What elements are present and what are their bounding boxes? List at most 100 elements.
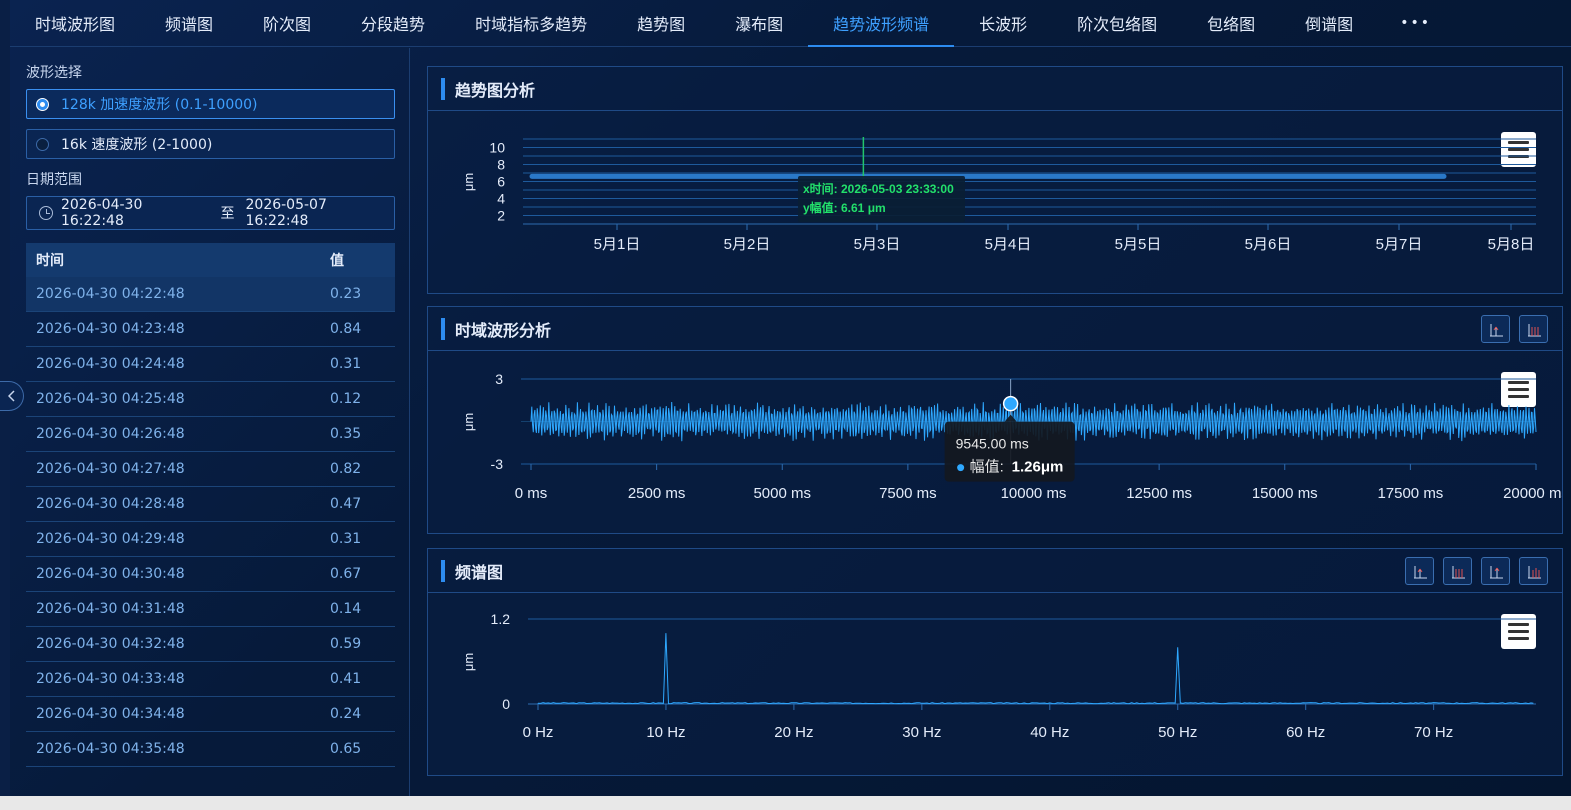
tab-bar: 时域波形图 频谱图 阶次图 分段趋势 时域指标多趋势 趋势图 瀑布图 趋势波形频谱 长波形 阶次包…	[10, 0, 1571, 47]
x-tick-label: 5月6日	[1245, 236, 1292, 253]
date-range-label: 日期范围	[26, 172, 82, 188]
y-tick-label: 8	[497, 157, 505, 173]
table-row[interactable]: 2026-04-30 04:22:48 0.23	[26, 277, 395, 312]
table-row[interactable]: 2026-04-30 04:32:48 0.59	[26, 627, 395, 662]
y-axis-label: μm	[461, 653, 476, 671]
tab-4[interactable]: 时域指标多趋势	[450, 0, 612, 46]
y-axis-label: μm	[461, 173, 476, 191]
x-tick-label: 7500 ms	[879, 485, 937, 502]
tab-11[interactable]: 倒谱图	[1280, 0, 1378, 46]
x-tick-label: 0 ms	[515, 485, 548, 502]
wave-option-16k[interactable]: 16k 速度波形 (2-1000)	[26, 129, 395, 159]
cell-time: 2026-04-30 04:22:48	[36, 286, 185, 302]
tab-7[interactable]: 趋势波形频谱	[808, 0, 955, 47]
tab-6[interactable]: 瀑布图	[710, 0, 808, 46]
cell-time: 2026-04-30 04:24:48	[36, 356, 185, 372]
trend-panel-title: 趋势图分析	[455, 80, 536, 100]
x-tick-label: 20000 ms	[1503, 485, 1562, 502]
spectrum-series-line	[537, 633, 1534, 705]
table-row[interactable]: 2026-04-30 04:23:48 0.84	[26, 312, 395, 347]
y-tick-label: 2	[497, 208, 505, 224]
cursor-harmonic-button[interactable]	[1519, 315, 1548, 343]
tooltip-x-text: 9545.00 ms	[956, 436, 1029, 452]
cell-time: 2026-04-30 04:25:48	[36, 391, 185, 407]
table-row[interactable]: 2026-04-30 04:26:48 0.35	[26, 417, 395, 452]
wave-select-label: 波形选择	[26, 65, 82, 81]
cell-value: 0.12	[330, 391, 362, 407]
tab-2[interactable]: 阶次图	[238, 0, 336, 46]
y-tick-label: 1.2	[491, 611, 511, 627]
table-row[interactable]: 2026-04-30 04:29:48 0.31	[26, 522, 395, 557]
waveform-tooltip: 9545.00 ms 幅值: 1.26μm	[944, 414, 1075, 482]
table-row[interactable]: 2026-04-30 04:31:48 0.14	[26, 592, 395, 627]
x-tick-label: 5000 ms	[753, 485, 811, 502]
table-row[interactable]: 2026-04-30 04:35:48 0.65	[26, 732, 395, 767]
x-tick-label: 10000 ms	[1001, 485, 1067, 502]
x-tick-label: 5月7日	[1376, 236, 1423, 253]
cell-value: 0.65	[330, 741, 362, 757]
tooltip-y-label: 幅值:	[970, 459, 1004, 476]
cell-time: 2026-04-30 04:35:48	[36, 741, 185, 757]
more-tabs-icon[interactable]: •••	[1378, 0, 1456, 46]
cell-value: 0.84	[330, 321, 362, 337]
cell-time: 2026-04-30 04:30:48	[36, 566, 185, 582]
x-tick-label: 5月2日	[724, 236, 771, 253]
cell-value: 0.24	[330, 706, 362, 722]
x-tick-label: 15000 ms	[1252, 485, 1318, 502]
table-row[interactable]: 2026-04-30 04:25:48 0.12	[26, 382, 395, 417]
wave-option-128k[interactable]: 128k 加速度波形 (0.1-10000)	[26, 89, 395, 119]
radio-unchecked-icon	[36, 138, 49, 151]
cursor-peak-button[interactable]	[1481, 557, 1510, 585]
cursor-point	[1002, 395, 1019, 412]
x-tick-label: 40 Hz	[1030, 724, 1069, 741]
cell-value: 0.47	[330, 496, 362, 512]
cursor-single-button[interactable]	[1405, 557, 1434, 585]
x-tick-label: 2500 ms	[628, 485, 686, 502]
y-tick-label: 3	[495, 371, 503, 387]
harmonic-cursor-icon	[1452, 566, 1465, 579]
tooltip-series-dot	[957, 464, 965, 472]
peak-cursor-icon	[1490, 566, 1503, 579]
cell-time: 2026-04-30 04:26:48	[36, 426, 185, 442]
table-row[interactable]: 2026-04-30 04:28:48 0.47	[26, 487, 395, 522]
table-row[interactable]: 2026-04-30 04:30:48 0.67	[26, 557, 395, 592]
spectrum-chart: 0 1.2 μm 0 Hz 10 Hz 20 Hz 30 Hz 40 Hz 50 Hz 60 Hz…	[461, 611, 1536, 741]
cell-time: 2026-04-30 04:23:48	[36, 321, 185, 337]
waveform-panel: 时域波形分析 -3 3 μm 0 ms 2500 ms 5000 ms 7500 ms 100…	[427, 306, 1563, 534]
single-cursor-icon	[1414, 566, 1427, 579]
tab-10[interactable]: 包络图	[1182, 0, 1280, 46]
cell-value: 0.41	[330, 671, 362, 687]
wave-option-label: 128k 加速度波形 (0.1-10000)	[61, 97, 258, 113]
tab-0[interactable]: 时域波形图	[10, 0, 140, 46]
tab-9[interactable]: 阶次包络图	[1052, 0, 1182, 46]
y-tick-label: 0	[502, 696, 510, 712]
date-range-picker[interactable]: 2026-04-30 16:22:48 至 2026-05-07 16:22:4…	[26, 196, 395, 230]
x-tick-label: 5月8日	[1488, 236, 1535, 253]
table-row[interactable]: 2026-04-30 04:24:48 0.31	[26, 347, 395, 382]
cursor-single-button[interactable]	[1481, 315, 1510, 343]
cell-time: 2026-04-30 04:31:48	[36, 601, 185, 617]
tab-3[interactable]: 分段趋势	[336, 0, 450, 46]
horizontal-scrollbar[interactable]	[0, 796, 1571, 810]
cell-time: 2026-04-30 04:27:48	[36, 461, 185, 477]
x-tick-label: 20 Hz	[774, 724, 813, 741]
tab-1[interactable]: 频谱图	[140, 0, 238, 46]
tab-5[interactable]: 趋势图	[612, 0, 710, 46]
radio-checked-icon	[36, 98, 49, 111]
table-header: 时间 值	[26, 243, 395, 277]
cell-value: 0.35	[330, 426, 362, 442]
cursor-sideband-button[interactable]	[1519, 557, 1548, 585]
date-to: 2026-05-07 16:22:48	[245, 197, 327, 229]
cell-time: 2026-04-30 04:29:48	[36, 531, 185, 547]
cell-value: 0.59	[330, 636, 362, 652]
table-row[interactable]: 2026-04-30 04:33:48 0.41	[26, 662, 395, 697]
cell-value: 0.23	[330, 286, 362, 302]
cell-value: 0.14	[330, 601, 362, 617]
x-tick-label: 5月4日	[985, 236, 1032, 253]
x-tick-label: 5月1日	[594, 236, 641, 253]
cursor-harmonic-button[interactable]	[1443, 557, 1472, 585]
tab-8[interactable]: 长波形	[954, 0, 1052, 46]
table-row[interactable]: 2026-04-30 04:34:48 0.24	[26, 697, 395, 732]
table-row[interactable]: 2026-04-30 04:27:48 0.82	[26, 452, 395, 487]
y-tick-label: -3	[491, 456, 504, 472]
